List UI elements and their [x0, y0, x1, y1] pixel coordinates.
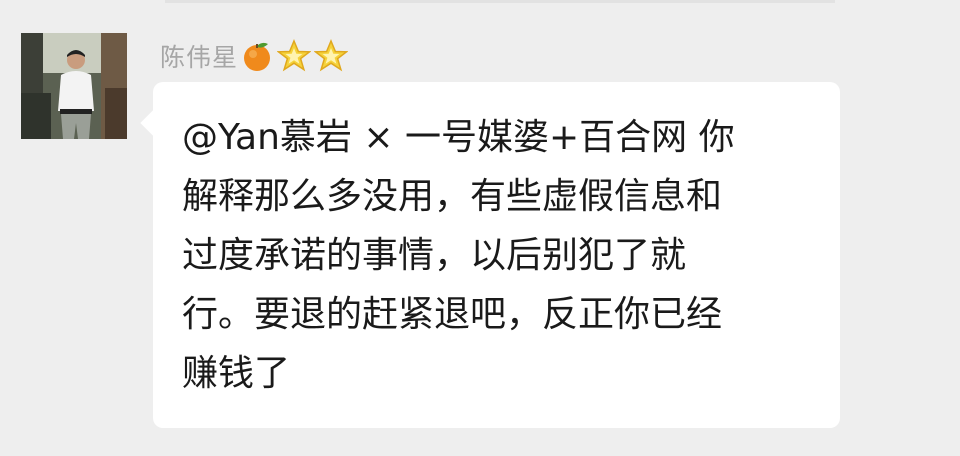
bubble-tail	[140, 110, 166, 136]
message-line: @Yan慕岩 × 一号媒婆+百合网 你	[182, 117, 735, 158]
message-line: 赚钱了	[182, 353, 291, 394]
gold-star-icon	[313, 38, 349, 74]
message-text: @Yan慕岩 × 一号媒婆+百合网 你 解释那么多没用，有些虚假信息和 过度承诺…	[182, 108, 810, 403]
message-bubble[interactable]: @Yan慕岩 × 一号媒婆+百合网 你 解释那么多没用，有些虚假信息和 过度承诺…	[140, 82, 840, 428]
top-divider	[165, 0, 835, 3]
avatar[interactable]	[21, 33, 127, 139]
sender-name[interactable]: 陈伟星	[160, 38, 238, 74]
message-line: 行。要退的赶紧退吧，反正你已经	[182, 294, 723, 335]
avatar-photo	[21, 33, 127, 139]
orange-fruit-icon	[239, 38, 275, 74]
message-line: 解释那么多没用，有些虚假信息和	[182, 176, 723, 217]
message-line: 过度承诺的事情，以后别犯了就	[182, 235, 687, 276]
sender-row: 陈伟星	[160, 36, 349, 76]
gold-star-icon	[276, 38, 312, 74]
